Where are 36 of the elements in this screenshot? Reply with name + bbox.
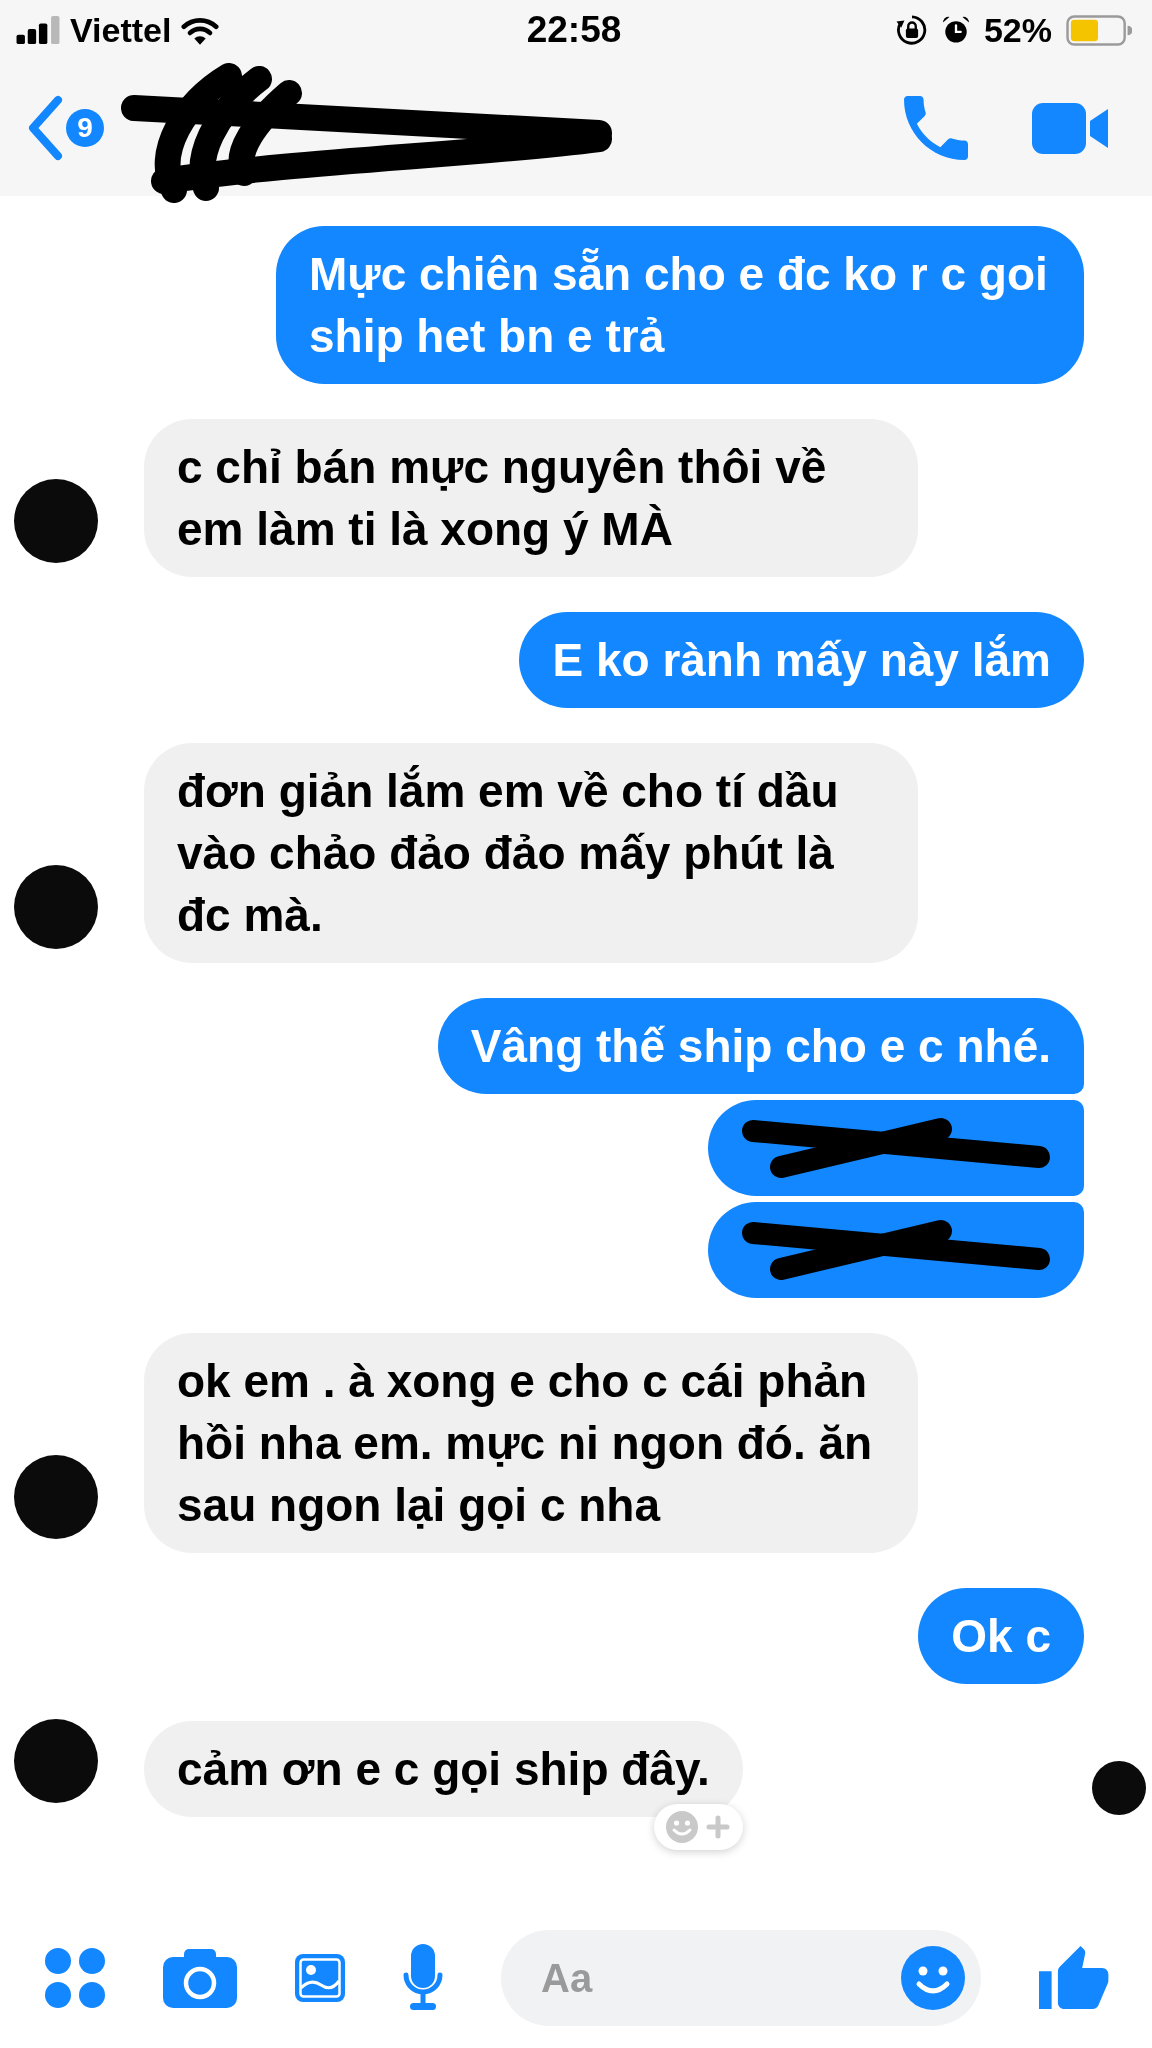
signal-icon: [16, 16, 60, 44]
call-button[interactable]: [904, 96, 968, 160]
more-button[interactable]: [45, 1948, 105, 2008]
carrier-name: Viettel: [70, 10, 172, 50]
smiley-icon: [901, 1946, 965, 2010]
like-button[interactable]: [1039, 1946, 1109, 2010]
wifi-icon: [181, 15, 220, 45]
camera-icon: [163, 1948, 237, 2008]
battery-icon: [1066, 14, 1132, 46]
photo-button[interactable]: [295, 1954, 345, 2002]
message-bubble: E ko rành mấy này lắm: [519, 612, 1084, 708]
rotation-lock-icon: [895, 14, 928, 46]
add-reaction-icon: [665, 1810, 732, 1844]
clock-time: 22:58: [526, 9, 622, 51]
unread-count-badge: 9: [66, 109, 104, 147]
four-dots-icon: [45, 1948, 105, 2008]
message-bubble: c chỉ bán mực nguyên thôi về em làm ti là xong ý MÀ: [144, 419, 918, 577]
emoji-button[interactable]: [901, 1946, 965, 2010]
message-bubble: Ok c: [918, 1588, 1084, 1684]
video-camera-icon: [1032, 102, 1108, 154]
voice-button[interactable]: [403, 1944, 443, 2012]
image-icon: [295, 1954, 345, 2002]
message-bubble: Mực chiên sẵn cho e đc ko r c goi ship het bn e trả: [276, 226, 1084, 384]
thumbs-up-icon: [1039, 1946, 1109, 2010]
video-call-button[interactable]: [1032, 102, 1108, 154]
camera-button[interactable]: [163, 1948, 237, 2008]
message-bubble: Vâng thế ship cho e c nhé.: [437, 998, 1084, 1094]
microphone-icon: [403, 1944, 443, 2012]
message-bubble: đơn giản lắm em về cho tí dầu vào chảo đảo đảo mấy phút là đc mà.: [144, 743, 918, 963]
alarm-icon: [941, 16, 970, 44]
message-input-field[interactable]: Aa: [501, 1930, 981, 2026]
message-bubble: ok em . à xong e cho c cái phản hồi nha em. mực ni ngon đó. ăn sau ngon lại gọi c nha: [144, 1333, 918, 1553]
phone-icon: [904, 96, 968, 160]
back-chevron-icon: [26, 94, 64, 162]
battery-percent: 52%: [983, 10, 1052, 50]
back-button[interactable]: 9: [26, 94, 104, 162]
